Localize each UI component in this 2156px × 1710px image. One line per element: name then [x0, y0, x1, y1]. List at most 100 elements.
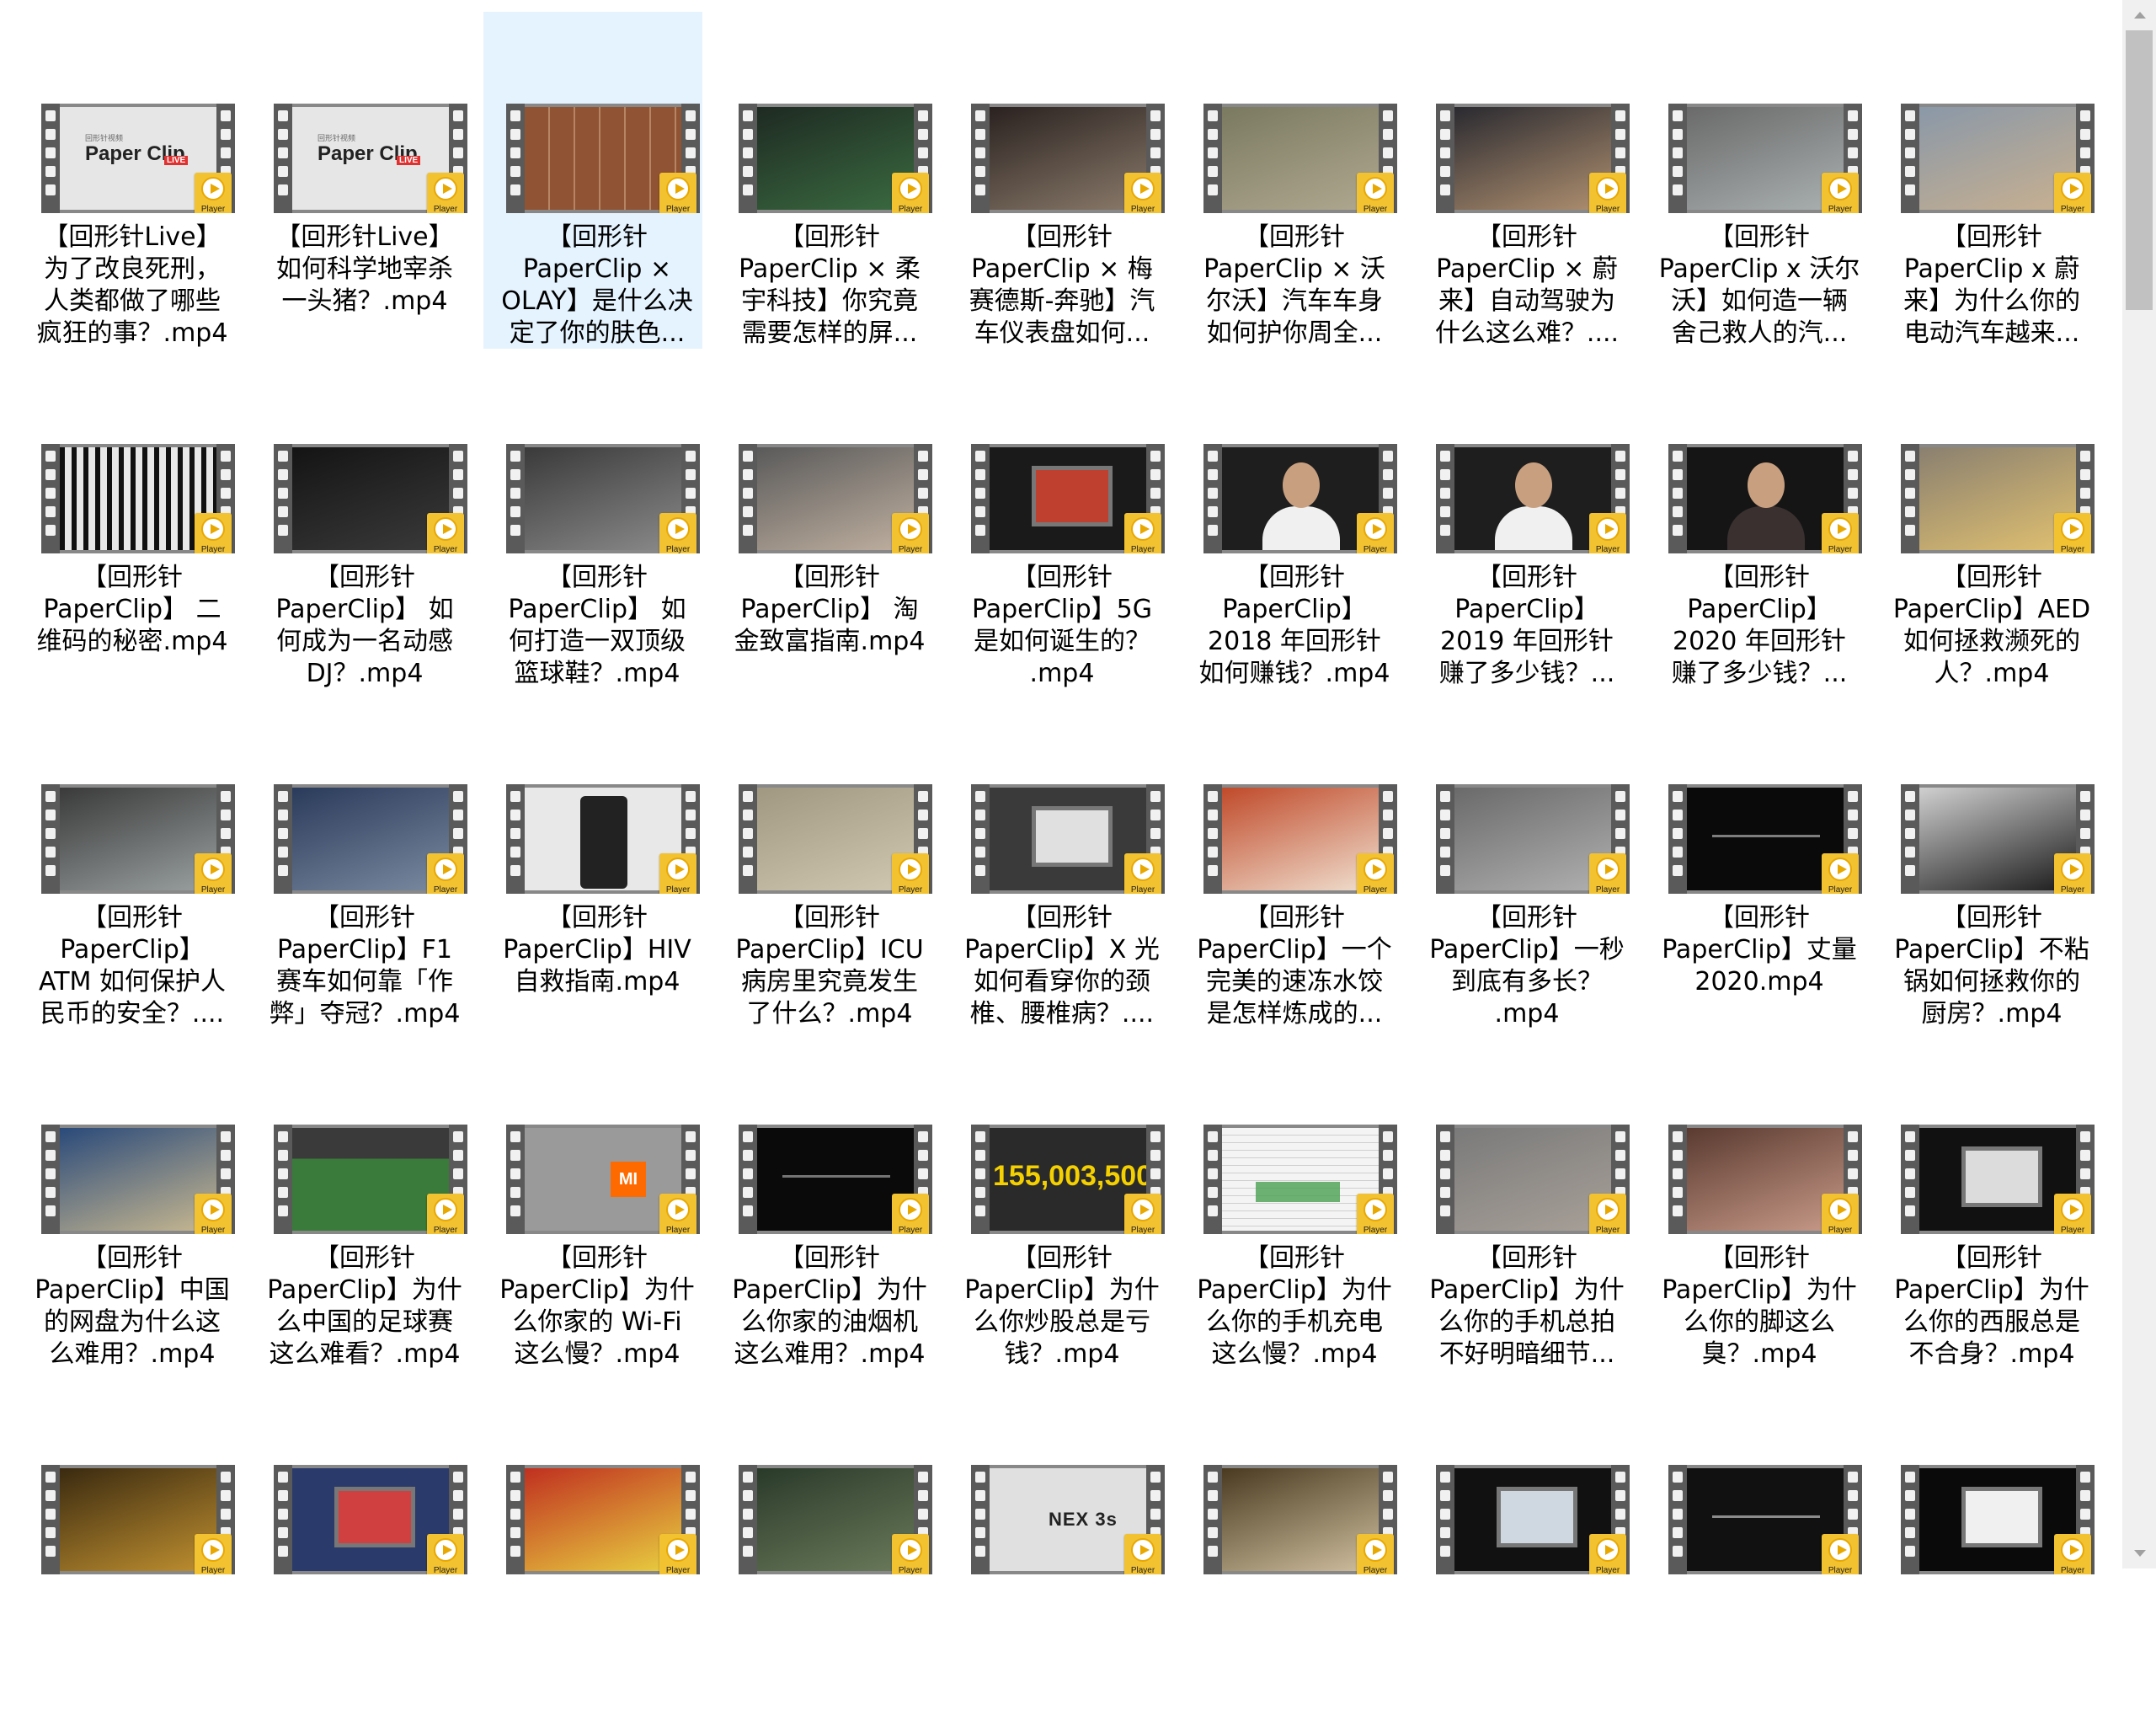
file-item[interactable]: Player 【回形针 PaperClip】一秒 到底有多长？ .mp4	[1413, 692, 1632, 1029]
file-name[interactable]: 【回形针 PaperClip】为什 么你家的 Wi-Fi 这么慢？.mp4	[493, 1242, 702, 1371]
video-thumbnail[interactable]: Player	[1668, 1465, 1862, 1574]
file-name[interactable]: 【回形针 PaperClip】X 光如何看穿你的颈 椎、腰椎病？....	[958, 902, 1166, 1030]
file-item[interactable]: Player	[1878, 1373, 2097, 1710]
file-name[interactable]: 【回形针Live】 为了改良死刑， 人类都做了哪些 疯狂的事？.mp4	[28, 222, 237, 350]
file-name[interactable]: 【回形针 PaperClip × 蔚来】自动驾驶为 什么这么难？....	[1422, 222, 1631, 350]
file-item[interactable]: NEX 3s Player	[948, 1373, 1167, 1710]
file-item[interactable]: Player 【回形针 PaperClip】 ATM 如何保护人 民币的安全？....	[19, 692, 237, 1029]
video-thumbnail[interactable]: Player	[1901, 1125, 2095, 1234]
file-name[interactable]: 【回形针 PaperClip】 如何成为一名动感 DJ？.mp4	[260, 562, 469, 690]
file-name[interactable]: 【回形针 PaperClip × 柔宇科技】你究竟 需要怎样的屏...	[725, 222, 934, 350]
file-name[interactable]: 【回形针 PaperClip】ICU 病房里究竟发生 了什么？.mp4	[725, 902, 934, 1030]
video-thumbnail[interactable]: Player	[274, 444, 467, 553]
file-name[interactable]: 【回形针 PaperClip × OLAY】是什么决 定了你的肤色...	[493, 222, 702, 350]
file-item[interactable]: 155,003,500 Player 【回形针 PaperClip】为什 么你炒股总是亏…	[948, 1033, 1167, 1370]
video-thumbnail[interactable]: Player	[739, 784, 932, 894]
file-name[interactable]: 【回形针 PaperClip】为什 么你家的油烟机 这么难用？.mp4	[725, 1242, 934, 1371]
file-item[interactable]: Player	[19, 1373, 237, 1710]
scroll-down-arrow-icon[interactable]	[2122, 1538, 2156, 1568]
video-thumbnail[interactable]: Player	[1203, 1465, 1397, 1574]
file-item[interactable]: Player 【回形针 PaperClip】AED 如何拯救濒死的 人？.mp4	[1878, 352, 2097, 689]
file-item[interactable]: Player	[1413, 1373, 1632, 1710]
video-thumbnail[interactable]: Player	[1901, 784, 2095, 894]
file-name[interactable]: 【回形针 PaperClip】一秒 到底有多长？ .mp4	[1422, 902, 1631, 1030]
file-item[interactable]: Player 【回形针 PaperClip × 沃尔沃】汽车车身 如何护你周全...	[1181, 12, 1400, 349]
file-item[interactable]: 回形针视频 Paper Clip LIVE Player 【回形针Live】 如何科学地宰…	[251, 12, 470, 349]
video-thumbnail[interactable]: Player	[1901, 1465, 2095, 1574]
file-name[interactable]: 【回形针 PaperClip】为什 么你的手机总拍 不好明暗细节...	[1422, 1242, 1631, 1371]
scroll-up-arrow-icon[interactable]	[2122, 0, 2156, 30]
video-thumbnail[interactable]: Player	[1668, 444, 1862, 553]
file-name[interactable]: 【回形针 PaperClip】不粘 锅如何拯救你的 厨房？.mp4	[1887, 902, 2096, 1030]
video-thumbnail[interactable]: Player	[506, 1465, 700, 1574]
video-thumbnail[interactable]: Player	[1203, 1125, 1397, 1234]
file-name[interactable]: 【回形针 PaperClip】 ATM 如何保护人 民币的安全？....	[28, 902, 237, 1030]
file-name[interactable]: 【回形针 PaperClip × 沃尔沃】汽车车身 如何护你周全...	[1190, 222, 1399, 350]
video-thumbnail[interactable]: Player	[971, 444, 1165, 553]
video-thumbnail[interactable]: 155,003,500 Player	[971, 1125, 1165, 1234]
file-item[interactable]: Player 【回形针 PaperClip】F1 赛车如何靠「作 弊」夺冠？.mp4	[251, 692, 470, 1029]
file-name[interactable]: 【回形针 PaperClip】 2019 年回形针 赚了多少钱？...	[1422, 562, 1631, 690]
file-item[interactable]: Player	[716, 1373, 935, 1710]
video-thumbnail[interactable]: Player	[41, 784, 235, 894]
video-thumbnail[interactable]: Player	[1203, 784, 1397, 894]
video-thumbnail[interactable]: Player	[1436, 1465, 1630, 1574]
file-item[interactable]: Player 【回形针 PaperClip】 2018 年回形针 如何赚钱？.mp4	[1181, 352, 1400, 689]
video-thumbnail[interactable]: NEX 3s Player	[971, 1465, 1165, 1574]
file-item[interactable]: Player 【回形针 PaperClip】HIV 自救指南.mp4	[483, 692, 702, 1029]
video-thumbnail[interactable]: Player	[971, 104, 1165, 213]
file-name[interactable]: 【回形针 PaperClip】为什 么你的手机充电 这么慢？.mp4	[1190, 1242, 1399, 1371]
file-item[interactable]: Player 【回形针 PaperClip】为什 么你的脚这么 臭？.mp4	[1646, 1033, 1865, 1370]
file-item[interactable]: Player 【回形针 PaperClip】中国 的网盘为什么这 么难用？.mp4	[19, 1033, 237, 1370]
video-thumbnail[interactable]: Player	[274, 1465, 467, 1574]
file-name[interactable]: 【回形针 PaperClip】为什 么中国的足球赛 这么难看？.mp4	[260, 1242, 469, 1371]
video-thumbnail[interactable]: Player	[1668, 104, 1862, 213]
file-name[interactable]: 【回形针 PaperClip】为什 么你炒股总是亏 钱？.mp4	[958, 1242, 1166, 1371]
file-item[interactable]: Player	[1646, 1373, 1865, 1710]
file-name[interactable]: 【回形针 PaperClip】HIV 自救指南.mp4	[493, 902, 702, 998]
file-item[interactable]: Player 【回形针 PaperClip × 柔宇科技】你究竟 需要怎样的屏...	[716, 12, 935, 349]
file-item[interactable]: Player 【回形针 PaperClip】ICU 病房里究竟发生 了什么？.mp4	[716, 692, 935, 1029]
file-item[interactable]: Player 【回形针 PaperClip】一个 完美的速冻水饺 是怎样炼成的...	[1181, 692, 1400, 1029]
file-item[interactable]: Player 【回形针 PaperClip】为什 么你的手机总拍 不好明暗细节...	[1413, 1033, 1632, 1370]
video-thumbnail[interactable]: Player	[274, 784, 467, 894]
file-item[interactable]: Player	[251, 1373, 470, 1710]
file-name[interactable]: 【回形针 PaperClip】AED 如何拯救濒死的 人？.mp4	[1887, 562, 2096, 690]
scrollbar-thumb[interactable]	[2126, 30, 2153, 310]
file-name[interactable]: 【回形针 PaperClip】5G 是如何诞生的？ .mp4	[958, 562, 1166, 690]
file-name[interactable]: 【回形针 PaperClip】中国 的网盘为什么这 么难用？.mp4	[28, 1242, 237, 1371]
file-item[interactable]: Player 【回形针 PaperClip】5G 是如何诞生的？ .mp4	[948, 352, 1167, 689]
file-item[interactable]: 回形针视频 Paper Clip LIVE Player 【回形针Live】 为了改良死刑…	[19, 12, 237, 349]
video-thumbnail[interactable]: Player	[506, 444, 700, 553]
video-thumbnail[interactable]: Player	[41, 1125, 235, 1234]
video-thumbnail[interactable]: Player	[506, 784, 700, 894]
file-name[interactable]: 【回形针 PaperClip】为什 么你的脚这么 臭？.mp4	[1655, 1242, 1864, 1371]
video-thumbnail[interactable]: MI Player	[506, 1125, 700, 1234]
file-item[interactable]: Player 【回形针 PaperClip】X 光如何看穿你的颈 椎、腰椎病？....	[948, 692, 1167, 1029]
vertical-scrollbar[interactable]	[2122, 0, 2156, 1568]
file-item[interactable]: Player 【回形针 PaperClip】为什 么你的西服总是 不合身？.mp4	[1878, 1033, 2097, 1370]
file-name[interactable]: 【回形针 PaperClip】丈量 2020.mp4	[1655, 902, 1864, 998]
file-item[interactable]: Player 【回形针 PaperClip】 2019 年回形针 赚了多少钱？...	[1413, 352, 1632, 689]
video-thumbnail[interactable]: Player	[274, 1125, 467, 1234]
video-thumbnail[interactable]: Player	[1436, 784, 1630, 894]
file-name[interactable]: 【回形针Live】 如何科学地宰杀 一头猪？.mp4	[260, 222, 469, 318]
file-item[interactable]: Player 【回形针 PaperClip x 沃尔 沃】如何造一辆 舍己救人的汽...	[1646, 12, 1865, 349]
file-name[interactable]: 【回形针 PaperClip】 2018 年回形针 如何赚钱？.mp4	[1190, 562, 1399, 690]
file-item[interactable]: Player 【回形针 PaperClip】 如何打造一双顶级 篮球鞋？.mp4	[483, 352, 702, 689]
file-name[interactable]: 【回形针 PaperClip】 淘金致富指南.mp4	[725, 562, 934, 658]
file-name[interactable]: 【回形针 PaperClip】一个 完美的速冻水饺 是怎样炼成的...	[1190, 902, 1399, 1030]
video-thumbnail[interactable]: Player	[1436, 444, 1630, 553]
video-thumbnail[interactable]: Player	[1436, 104, 1630, 213]
video-thumbnail[interactable]: Player	[1668, 784, 1862, 894]
video-thumbnail[interactable]: Player	[1203, 104, 1397, 213]
video-thumbnail[interactable]: Player	[1901, 444, 2095, 553]
file-item[interactable]: Player 【回形针 PaperClip】不粘 锅如何拯救你的 厨房？.mp4	[1878, 692, 2097, 1029]
file-item[interactable]: Player 【回形针 PaperClip × OLAY】是什么决 定了你的肤色...	[483, 12, 702, 349]
file-item[interactable]: Player 【回形针 PaperClip】丈量 2020.mp4	[1646, 692, 1865, 1029]
file-name[interactable]: 【回形针 PaperClip】为什 么你的西服总是 不合身？.mp4	[1887, 1242, 2096, 1371]
file-name[interactable]: 【回形针 PaperClip】 二维码的秘密.mp4	[28, 562, 237, 658]
file-item[interactable]: Player 【回形针 PaperClip】 淘金致富指南.mp4	[716, 352, 935, 689]
video-thumbnail[interactable]: Player	[41, 444, 235, 553]
file-item[interactable]: Player 【回形针 PaperClip】 二维码的秘密.mp4	[19, 352, 237, 689]
